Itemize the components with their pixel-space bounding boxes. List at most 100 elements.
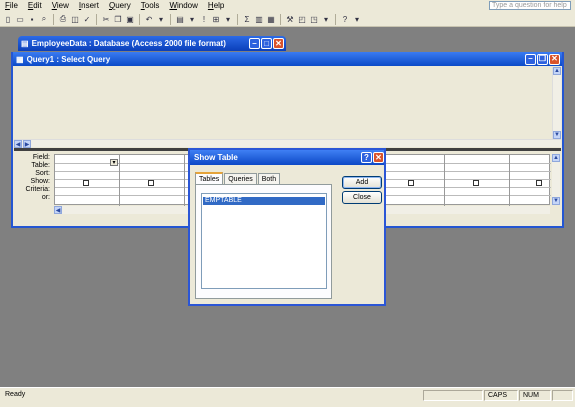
chevron-down-icon[interactable]: ▾ xyxy=(321,14,331,24)
row-label-table: Table: xyxy=(31,162,50,169)
close-icon[interactable]: ✕ xyxy=(273,38,284,49)
num-indicator: NUM xyxy=(519,390,551,401)
menu-insert[interactable]: Insert xyxy=(74,0,104,12)
scroll-down-icon[interactable]: ▼ xyxy=(553,131,561,139)
toolbar: ▯ ▭ ▪ ⌕ ⎙ ◫ ✓ ✂ ❐ ▣ ↶ ▾ ▤ ▾ ! ⊞ ▾ Σ ▥ ▦ … xyxy=(0,12,575,27)
minimize-icon[interactable]: – xyxy=(249,38,260,49)
scroll-up-icon[interactable]: ▲ xyxy=(553,67,561,75)
query-type-icon[interactable]: ▤ xyxy=(175,14,185,24)
scroll-up-icon[interactable]: ▲ xyxy=(552,154,560,162)
cut-icon[interactable]: ✂ xyxy=(101,14,111,24)
minimize-icon[interactable]: – xyxy=(525,53,536,65)
row-label-or: or: xyxy=(41,194,50,201)
scroll-left-icon[interactable]: ◀ xyxy=(14,140,22,148)
row-label-criteria: Criteria: xyxy=(25,186,50,193)
scroll-left-icon[interactable]: ◀ xyxy=(54,206,62,214)
open-icon[interactable]: ▭ xyxy=(15,14,25,24)
grid-column[interactable] xyxy=(444,155,445,206)
grid-column[interactable] xyxy=(184,155,185,206)
query-icon: ▦ xyxy=(16,54,24,64)
maximize-icon[interactable]: □ xyxy=(261,38,272,49)
status-panel xyxy=(552,390,573,401)
toolbar-separator xyxy=(170,13,171,25)
close-icon[interactable]: ✕ xyxy=(373,152,384,163)
paste-icon[interactable]: ▣ xyxy=(125,14,135,24)
menu-file[interactable]: File xyxy=(0,0,23,12)
vertical-scrollbar[interactable]: ▲ ▼ xyxy=(552,67,561,139)
show-checkbox[interactable] xyxy=(148,180,154,186)
design-grid-row-labels: Field: Table: Sort: Show: Criteria: or: xyxy=(14,154,52,202)
toolbar-separator xyxy=(335,13,336,25)
add-button[interactable]: Add xyxy=(342,176,382,189)
properties-icon[interactable]: ▦ xyxy=(266,14,276,24)
search-icon[interactable]: ⌕ xyxy=(39,14,49,24)
print-preview-icon[interactable]: ◫ xyxy=(70,14,80,24)
spelling-icon[interactable]: ✓ xyxy=(82,14,92,24)
menu-bar: File Edit View Insert Query Tools Window… xyxy=(0,0,575,12)
caps-indicator: CAPS xyxy=(484,390,518,401)
run-icon[interactable]: ! xyxy=(199,14,209,24)
menu-help[interactable]: Help xyxy=(203,0,229,12)
chevron-down-icon[interactable]: ▾ xyxy=(352,14,362,24)
print-icon[interactable]: ⎙ xyxy=(58,14,68,24)
menu-window[interactable]: Window xyxy=(164,0,202,12)
show-checkbox[interactable] xyxy=(83,180,89,186)
list-item[interactable]: EMPTABLE xyxy=(203,197,325,205)
chevron-down-icon[interactable]: ▾ xyxy=(223,14,233,24)
row-label-field: Field: xyxy=(32,154,50,161)
show-checkbox[interactable] xyxy=(536,180,542,186)
menu-query[interactable]: Query xyxy=(104,0,136,12)
menu-tools[interactable]: Tools xyxy=(136,0,165,12)
scroll-right-icon[interactable]: ▶ xyxy=(23,140,31,148)
tab-both[interactable]: Both xyxy=(257,173,281,184)
toolbar-separator xyxy=(280,13,281,25)
help-icon[interactable]: ? xyxy=(340,14,350,24)
show-checkbox[interactable] xyxy=(473,180,479,186)
top-values-icon[interactable]: ▥ xyxy=(254,14,264,24)
close-button[interactable]: Close xyxy=(342,191,382,204)
show-checkbox[interactable] xyxy=(408,180,414,186)
field-dropdown-icon[interactable]: ▾ xyxy=(110,159,118,166)
help-icon[interactable]: ? xyxy=(361,152,372,163)
table-list[interactable]: EMPTABLE xyxy=(201,193,327,289)
database-window-titlebar[interactable]: ▤ EmployeeData : Database (Access 2000 f… xyxy=(18,36,286,51)
new-icon[interactable]: ▯ xyxy=(3,14,13,24)
menu-view[interactable]: View xyxy=(47,0,74,12)
show-table-dialog: Show Table ? ✕ Tables Queries Both EMPTA… xyxy=(188,148,386,306)
totals-icon[interactable]: Σ xyxy=(242,14,252,24)
chevron-down-icon[interactable]: ▾ xyxy=(156,14,166,24)
toolbar-separator xyxy=(96,13,97,25)
status-text: Ready xyxy=(5,391,26,398)
dialog-titlebar[interactable]: Show Table ? ✕ xyxy=(190,150,384,165)
save-icon[interactable]: ▪ xyxy=(27,14,37,24)
row-label-show: Show: xyxy=(30,178,50,185)
toolbar-separator xyxy=(237,13,238,25)
table-pane[interactable]: ▲ ▼ ◀ ▶ xyxy=(14,67,561,148)
help-search-input[interactable]: Type a question for help xyxy=(489,1,571,10)
row-label-sort: Sort: xyxy=(35,170,50,177)
grid-column[interactable] xyxy=(119,155,120,206)
grid-column[interactable] xyxy=(509,155,510,206)
tab-queries[interactable]: Queries xyxy=(224,173,257,184)
restore-icon[interactable]: ❐ xyxy=(537,53,548,65)
tab-tables[interactable]: Tables xyxy=(195,172,224,184)
dialog-title: Show Table xyxy=(194,153,238,162)
close-icon[interactable]: ✕ xyxy=(549,53,560,65)
database-window-title: EmployeeData : Database (Access 2000 fil… xyxy=(31,39,226,48)
menu-edit[interactable]: Edit xyxy=(23,0,47,12)
horizontal-scrollbar[interactable]: ◀ ▶ xyxy=(14,139,561,148)
query-window-titlebar[interactable]: ▦ Query1 : Select Query – ❐ ✕ xyxy=(13,52,562,66)
database-icon: ▤ xyxy=(21,39,29,48)
status-panel xyxy=(423,390,483,401)
toolbar-separator xyxy=(139,13,140,25)
show-table-icon[interactable]: ⊞ xyxy=(211,14,221,24)
database-window-icon[interactable]: ◰ xyxy=(297,14,307,24)
chevron-down-icon[interactable]: ▾ xyxy=(187,14,197,24)
scroll-down-icon[interactable]: ▼ xyxy=(552,197,560,205)
new-object-icon[interactable]: ◳ xyxy=(309,14,319,24)
build-icon[interactable]: ⚒ xyxy=(285,14,295,24)
query-window-title: Query1 : Select Query xyxy=(26,54,111,64)
grid-vertical-scrollbar[interactable]: ▲ ▼ xyxy=(552,154,560,205)
copy-icon[interactable]: ❐ xyxy=(113,14,123,24)
undo-icon[interactable]: ↶ xyxy=(144,14,154,24)
